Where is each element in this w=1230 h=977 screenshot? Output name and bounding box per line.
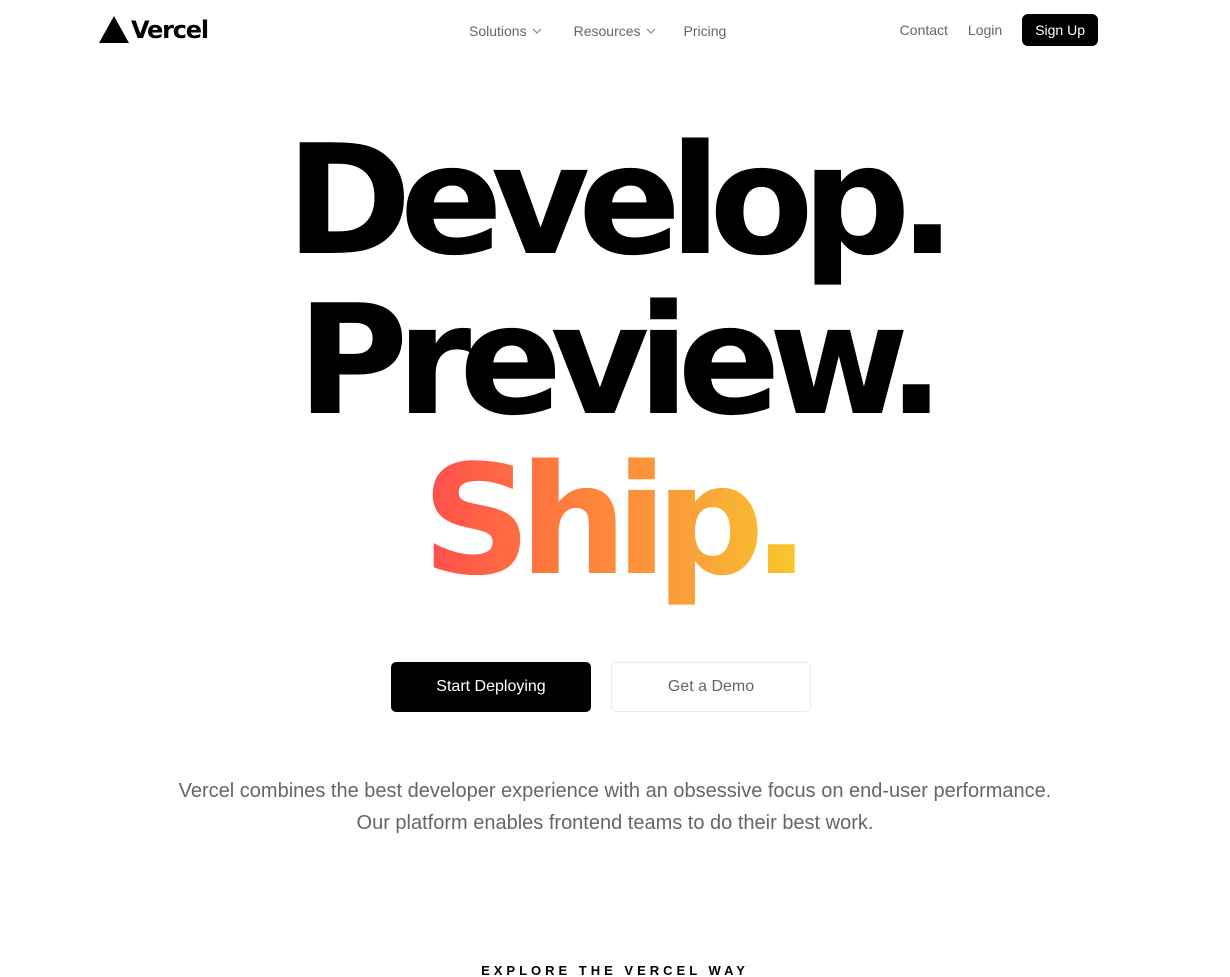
hero-develop: Develop. xyxy=(285,112,957,289)
triangle-logo-icon xyxy=(99,16,129,43)
sign-up-button[interactable]: Sign Up xyxy=(1022,14,1098,46)
vercel-logo[interactable]: Vercel xyxy=(99,16,209,44)
site-header: Vercel Solutions Resources Pricing Conta… xyxy=(0,0,1230,60)
nav-resources-label: Resources xyxy=(573,23,641,39)
page: Vercel Solutions Resources Pricing Conta… xyxy=(0,0,1230,977)
hero-preview: Preview. xyxy=(296,272,945,449)
hero-ship: Ship. xyxy=(422,432,810,609)
contact-link[interactable]: Contact xyxy=(900,22,948,38)
hero-ship-wrapper: Ship. xyxy=(0,441,1230,601)
main-nav: Solutions Resources Pricing xyxy=(469,20,726,42)
description-line-1: Vercel combines the best developer exper… xyxy=(178,780,1052,802)
chevron-down-icon xyxy=(532,28,542,34)
login-link[interactable]: Login xyxy=(968,22,1002,38)
chevron-down-icon xyxy=(646,28,655,34)
get-a-demo-button[interactable]: Get a Demo xyxy=(611,662,811,712)
nav-pricing[interactable]: Pricing xyxy=(684,23,727,39)
nav-solutions[interactable]: Solutions xyxy=(469,23,542,39)
cta-buttons: Start Deploying Get a Demo xyxy=(391,662,811,712)
description-line-2: Our platform enables frontend teams to d… xyxy=(356,812,874,834)
start-deploying-button[interactable]: Start Deploying xyxy=(391,662,591,712)
nav-resources[interactable]: Resources xyxy=(574,23,656,39)
hero-description: Vercel combines the best developer exper… xyxy=(0,775,1230,839)
header-actions: Contact Login Sign Up xyxy=(900,14,1098,46)
logo-wordmark: Vercel xyxy=(131,16,209,44)
explore-heading: EXPLORE THE VERCEL WAY xyxy=(481,963,749,977)
nav-solutions-label: Solutions xyxy=(469,23,527,39)
